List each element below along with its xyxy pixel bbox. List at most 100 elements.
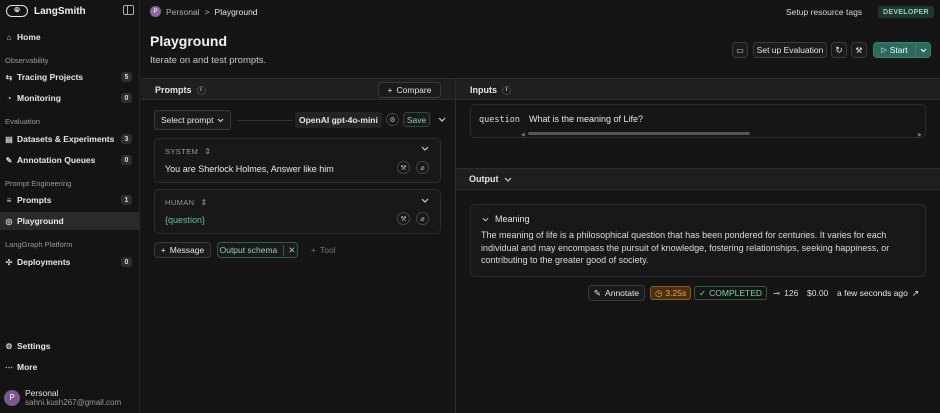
human-role-selector[interactable]: HUMAN ⇕ [165, 198, 208, 207]
paperclip-icon: ⌀ [416, 161, 429, 174]
sidebar-item-annotation-queues[interactable]: ✎ Annotation Queues 0 [0, 151, 140, 169]
start-label: Start [889, 45, 908, 55]
compare-label: Compare [396, 85, 432, 95]
horizontal-scrollbar[interactable] [528, 132, 750, 135]
close-icon[interactable]: ✕ [283, 244, 295, 256]
human-tool-button[interactable]: ⚒ [397, 212, 410, 225]
start-button[interactable]: ▷ Start [873, 42, 931, 58]
wrench-icon: ⚒ [397, 212, 410, 225]
check-circle-icon: ✓ [699, 287, 707, 298]
start-main[interactable]: ▷ Start [874, 43, 916, 57]
model-settings-button[interactable]: ⚙ [386, 113, 399, 126]
tool-button[interactable]: ⚒ [851, 42, 867, 58]
message-menu[interactable] [421, 198, 429, 203]
sidebar-item-deployments[interactable]: ✣ Deployments 0 [0, 253, 140, 271]
inputs-title-text: Inputs [470, 85, 497, 95]
message-menu[interactable] [421, 146, 429, 151]
add-message-button[interactable]: + Message [154, 242, 211, 258]
app-logo[interactable]: ⦾ LangSmith [6, 5, 86, 17]
time-value: a few seconds ago [837, 288, 908, 298]
add-tool-label: Tool [319, 245, 336, 255]
output-toggle[interactable]: Output [469, 174, 512, 184]
input-value-field[interactable]: What is the meaning of Life? [529, 114, 643, 124]
prompt-icon: ≡ [6, 195, 12, 205]
select-prompt-dropdown[interactable]: Select prompt [154, 110, 231, 130]
output-schema-label: Output schema [219, 245, 278, 255]
pencil-icon: ✎ [593, 287, 602, 298]
sidebar-item-prompts[interactable]: ≡ Prompts 1 [0, 191, 140, 209]
gear-icon: ⚙ [386, 113, 399, 126]
sidebar-item-settings[interactable]: ⚙ Settings [0, 337, 140, 355]
sidebar-item-label: Playground [17, 216, 64, 226]
sidebar-toggle-icon[interactable] [123, 5, 134, 15]
sidebar-item-label: Deployments [17, 257, 71, 267]
scroll-right-icon[interactable]: ▶ [918, 132, 922, 138]
count-badge: 1 [121, 195, 132, 205]
output-text: The meaning of life is a philosophical q… [481, 230, 890, 265]
output-section-toggle[interactable]: Meaning [482, 214, 530, 224]
cost-value: $0.00 [807, 288, 829, 298]
setup-evaluation-button[interactable]: Set up Evaluation [753, 42, 827, 58]
human-message-content[interactable]: {question} [165, 215, 205, 225]
sidebar-item-label: Tracing Projects [17, 72, 84, 82]
sidebar-item-more[interactable]: ⋯ More [0, 358, 140, 376]
document-icon: ▭ [736, 45, 744, 55]
wrench-icon: ⚒ [855, 45, 863, 55]
token-count: ⊸ 126 [773, 288, 798, 299]
output-section-label: Meaning [495, 214, 530, 224]
model-selector[interactable]: OpenAI gpt-4o-mini [295, 112, 382, 128]
chevron-down-icon[interactable] [916, 48, 930, 53]
save-button[interactable]: Save [403, 112, 430, 127]
latency-value: 3.25s [665, 288, 687, 298]
info-icon[interactable]: i [502, 85, 511, 95]
database-icon: ▤ [5, 134, 13, 144]
refresh-button[interactable]: ↻ [831, 42, 847, 58]
sidebar-item-playground[interactable]: ◎ Playground [0, 212, 140, 230]
count-badge: 0 [121, 155, 132, 165]
output-panel-header [456, 168, 940, 190]
compare-button[interactable]: + Compare [378, 82, 441, 98]
sidebar-item-label: Home [17, 32, 41, 42]
info-icon[interactable]: i [196, 85, 206, 95]
deploy-icon: ✣ [5, 257, 13, 267]
human-attach-button[interactable]: ⌀ [416, 212, 429, 225]
breadcrumb-workspace[interactable]: Personal [166, 7, 200, 17]
setup-resource-tags-link[interactable]: Setup resource tags [786, 7, 862, 17]
sidebar-item-monitoring[interactable]: ◔ Monitoring 0 [0, 89, 140, 107]
status-badge: ✓ COMPLETED [694, 286, 768, 300]
collapse-button[interactable] [438, 117, 446, 122]
output-schema-chip[interactable]: Output schema ✕ [217, 242, 298, 258]
developer-badge: DEVELOPER [878, 6, 934, 18]
system-tool-button[interactable]: ⚒ [397, 161, 410, 174]
document-button[interactable]: ▭ [732, 42, 748, 58]
prompts-title: Prompts i [155, 85, 206, 95]
user-menu[interactable]: P Personal sahni.kush267@gmail.com [4, 388, 121, 407]
sidebar-item-datasets[interactable]: ▤ Datasets & Experiments 3 [0, 130, 140, 148]
add-tool-button[interactable]: + Tool [311, 245, 336, 255]
latency-badge: ◷ 3.25s [650, 286, 692, 300]
scroll-left-icon[interactable]: ◀ [521, 132, 525, 138]
trace-link[interactable]: a few seconds ago ↗ [837, 288, 919, 299]
status-text: COMPLETED [709, 288, 763, 298]
user-email: sahni.kush267@gmail.com [25, 398, 122, 407]
sidebar-item-label: Prompts [17, 195, 52, 205]
chevron-down-icon [482, 217, 489, 222]
clock-icon: ◷ [655, 287, 663, 298]
system-attach-button[interactable]: ⌀ [416, 161, 429, 174]
annotate-button[interactable]: ✎ Annotate [588, 285, 645, 301]
plus-icon: + [387, 85, 393, 95]
workspace-avatar: P [150, 6, 161, 17]
token-icon: ⊸ [773, 288, 781, 298]
system-role-selector[interactable]: SYSTEM ⇕ [165, 147, 211, 156]
annotate-label: Annotate [605, 288, 640, 298]
sidebar-item-tracing-projects[interactable]: ⇆ Tracing Projects 5 [0, 68, 140, 86]
sidebar-item-home[interactable]: ⌂ Home [0, 28, 140, 46]
system-message-content[interactable]: You are Sherlock Holmes, Answer like him [165, 164, 334, 174]
chevron-down-icon [438, 117, 446, 122]
breadcrumb-page: Playground [214, 6, 258, 17]
plus-icon: + [311, 245, 316, 255]
chevron-down-icon [421, 146, 429, 151]
external-link-icon: ↗ [911, 288, 920, 298]
wrench-icon: ⚒ [397, 161, 410, 174]
playground-icon: ◎ [5, 216, 13, 226]
